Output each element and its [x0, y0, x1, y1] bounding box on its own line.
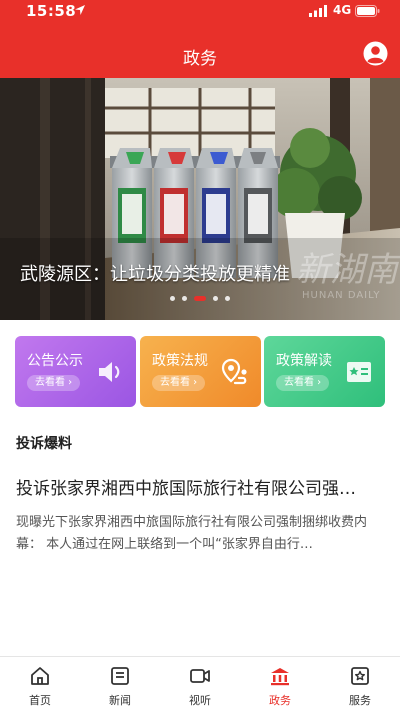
tab-label: 首页	[29, 694, 51, 707]
page-title: 政务	[183, 49, 217, 69]
user-profile-icon[interactable]	[363, 41, 388, 66]
card-view-more-button[interactable]: 去看看 ›	[27, 375, 81, 391]
network-type: 4G	[333, 3, 352, 17]
carousel-dot[interactable]	[170, 295, 175, 301]
certificate-icon	[347, 362, 371, 382]
card-announcements[interactable]: 公告公示 去看看 ›	[15, 336, 136, 407]
banner-watermark-logo: 新湖南	[296, 250, 398, 290]
card-policies[interactable]: 政策法规 去看看 ›	[140, 336, 261, 407]
card-view-more-button[interactable]: 去看看 ›	[152, 375, 206, 391]
map-pin-icon	[221, 358, 247, 385]
tab-label: 视听	[189, 694, 211, 707]
card-policy-interpretation[interactable]: 政策解读 去看看 ›	[264, 336, 385, 407]
government-icon	[271, 668, 289, 686]
header-bar: 15:58 4G 政务	[0, 0, 400, 78]
carousel-indicator[interactable]	[0, 294, 400, 302]
section-title: 投诉爆料	[16, 436, 72, 452]
card-title: 政策解读	[276, 353, 332, 369]
tab-label: 新闻	[109, 694, 131, 707]
location-arrow-icon	[75, 5, 85, 15]
article-summary[interactable]: 现曝光下张家界湘西中旅国际旅行社有限公司强制捆绑收费内幕： 本人通过在网上联络到…	[16, 512, 388, 556]
banner-caption: 武陵源区：让垃圾分类投放更精准	[20, 264, 290, 285]
carousel-dot[interactable]	[182, 295, 187, 301]
status-time: 15:58	[26, 2, 77, 20]
tab-label: 政务	[269, 694, 291, 707]
tab-service[interactable]: 服务	[320, 657, 400, 710]
home-icon	[31, 667, 49, 685]
tab-home[interactable]: 首页	[0, 657, 80, 710]
status-bar: 15:58 4G	[0, 0, 400, 22]
speaker-icon	[99, 362, 120, 382]
carousel-dot[interactable]	[213, 295, 218, 301]
card-view-more-button[interactable]: 去看看 ›	[276, 375, 330, 391]
tab-label: 服务	[349, 694, 371, 707]
video-icon	[190, 669, 210, 683]
bottom-tab-bar: 首页 新闻 视听 政务 服务	[0, 656, 400, 710]
banner-carousel[interactable]: 新湖南 HUNAN DAILY 武陵源区：让垃圾分类投放更精准	[0, 78, 400, 320]
news-icon	[111, 667, 129, 685]
tab-video[interactable]: 视听	[160, 657, 240, 710]
tab-news[interactable]: 新闻	[80, 657, 160, 710]
signal-icon	[309, 5, 327, 17]
carousel-dot[interactable]	[194, 295, 206, 301]
card-title: 公告公示	[27, 353, 83, 369]
article-title[interactable]: 投诉张家界湘西中旅国际旅行社有限公司强…	[16, 474, 386, 499]
service-icon	[351, 667, 369, 685]
card-title: 政策法规	[152, 353, 208, 369]
carousel-dot[interactable]	[225, 295, 230, 301]
battery-icon	[355, 5, 380, 17]
tab-government[interactable]: 政务	[240, 657, 320, 710]
